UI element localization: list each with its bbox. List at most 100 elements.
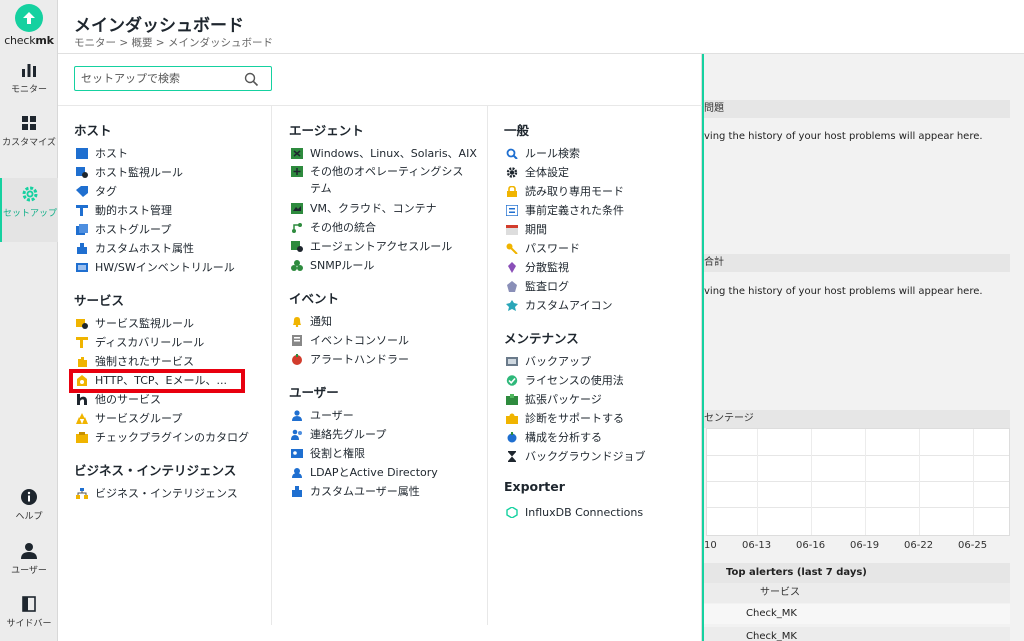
grid-icon (22, 116, 36, 130)
main-navigation: checkmk モニター カスタマイズ セットアップ ヘルプ ユーザー サイドバ… (0, 0, 58, 641)
graph-tick: 06-19 (850, 540, 880, 551)
custom-user-icon (292, 486, 302, 497)
user-icon (292, 410, 302, 421)
setup-search-box (74, 66, 272, 91)
event-console-icon (292, 335, 302, 346)
roles-icon (291, 449, 303, 458)
menu-item-tags[interactable]: タグ (74, 182, 249, 201)
menu-item-other-integrations[interactable]: その他の統合 (289, 218, 477, 237)
topic-hosts: ホスト (74, 123, 112, 138)
menu-item-contact-groups[interactable]: 連絡先グループ (289, 425, 477, 444)
menu-item-read-only[interactable]: 読み取り専用モード (504, 182, 646, 201)
page-title: メインダッシュボード (74, 16, 244, 36)
checkmk-logo[interactable]: checkmk (0, 4, 58, 47)
menu-item-predefined-conditions[interactable]: 事前定義された条件 (504, 201, 646, 220)
menu-item-extension-packages[interactable]: 拡張パッケージ (504, 390, 646, 409)
menu-item-analyze-config[interactable]: 構成を分析する (504, 428, 646, 447)
tag-icon (76, 186, 88, 197)
menu-item-roles[interactable]: 役割と権限 (289, 444, 477, 463)
catalog-icon (76, 432, 88, 443)
distributed-icon (508, 262, 516, 273)
lock-icon (507, 186, 517, 197)
menu-item-other-services[interactable]: 他のサービス (74, 390, 249, 409)
menu-item-alert-handlers[interactable]: アラートハンドラー (289, 350, 477, 369)
menu-item-global-settings[interactable]: 全体設定 (504, 163, 646, 182)
menu-item-audit-log[interactable]: 監査ログ (504, 277, 646, 296)
graph-tick: 06-16 (796, 540, 826, 551)
percentage-graph (706, 428, 1010, 536)
logo-text: check (4, 34, 36, 47)
setup-search-input[interactable] (81, 70, 241, 87)
info-icon (21, 489, 37, 505)
menu-item-rule-search[interactable]: ルール検索 (504, 144, 646, 163)
menu-item-os-agents[interactable]: Windows、Linux、Solaris、AIX (289, 144, 477, 163)
menu-item-business-intelligence[interactable]: ビジネス・インテリジェンス (74, 484, 249, 503)
menu-item-agent-access-rules[interactable]: エージェントアクセスルール (289, 237, 477, 256)
rule-search-icon (506, 148, 518, 159)
menu-item-inventory-rules[interactable]: HW/SWインベントリルール (74, 258, 249, 277)
menu-item-other-os[interactable]: その他のオペレーティングシステム (289, 163, 471, 199)
menu-item-time-periods[interactable]: 期間 (504, 220, 646, 239)
menu-item-background-jobs[interactable]: バックグラウンドジョブ (504, 447, 646, 466)
menu-item-support-diagnostics[interactable]: 診断をサポートする (504, 409, 646, 428)
topic-business-intelligence: ビジネス・インテリジェンス (74, 463, 237, 478)
menu-item-event-console[interactable]: イベントコンソール (289, 331, 477, 350)
menu-item-service-groups[interactable]: サービスグループ (74, 409, 249, 428)
menu-item-service-rules[interactable]: サービス監視ルール (74, 314, 249, 333)
menu-column-3: 一般 ルール検索 全体設定 読み取り専用モード 事前定義された条件 期間 パスワ… (504, 120, 646, 522)
menu-item-passwords[interactable]: パスワード (504, 239, 646, 258)
topic-agents: エージェント (289, 123, 364, 138)
nav-sidebar[interactable]: サイドバー (0, 594, 58, 630)
menu-item-enforced-services[interactable]: 強制されたサービス (74, 352, 249, 371)
menu-item-custom-user-attr[interactable]: カスタムユーザー属性 (289, 482, 477, 501)
menu-item-distributed[interactable]: 分散監視 (504, 258, 646, 277)
nav-monitor[interactable]: モニター (0, 60, 58, 96)
breadcrumb: モニター > 概要 > メインダッシュボード (74, 37, 273, 49)
topic-users: ユーザー (289, 385, 339, 400)
search-icon[interactable] (244, 72, 259, 87)
analyze-icon (507, 432, 517, 443)
menu-item-influxdb[interactable]: InfluxDB Connections (504, 503, 646, 522)
menu-item-users[interactable]: ユーザー (289, 406, 477, 425)
menu-item-notifications[interactable]: 通知 (289, 312, 477, 331)
host-rules-icon (76, 167, 88, 178)
enforced-icon (78, 357, 87, 367)
other-os-icon (291, 166, 303, 177)
calendar-icon (506, 225, 518, 235)
menu-item-backup[interactable]: バックアップ (504, 352, 646, 371)
menu-item-snmp-rules[interactable]: SNMPルール (289, 256, 477, 275)
menu-item-ldap[interactable]: LDAPとActive Directory (289, 463, 477, 482)
menu-column-1: ホスト ホスト ホスト監視ルール タグ 動的ホスト管理 ホストグループ カスタム… (74, 120, 249, 503)
nav-setup[interactable]: セットアップ (0, 178, 58, 242)
nav-help[interactable]: ヘルプ (0, 487, 58, 523)
menu-item-plugin-catalog[interactable]: チェックプラグインのカタログ (74, 428, 249, 447)
service-rules-icon (76, 319, 88, 329)
menu-item-hosts[interactable]: ホスト (74, 144, 249, 163)
nav-user[interactable]: ユーザー (0, 541, 58, 577)
menu-item-custom-icons[interactable]: カスタムアイコン (504, 296, 646, 315)
audit-icon (507, 281, 517, 292)
sidebar-icon (22, 596, 36, 612)
package-icon (506, 394, 518, 405)
menu-item-custom-host-attr[interactable]: カスタムホスト属性 (74, 239, 249, 258)
setup-menu: ホスト ホスト ホスト監視ルール タグ 動的ホスト管理 ホストグループ カスタム… (58, 54, 702, 641)
menu-item-host-rules[interactable]: ホスト監視ルール (74, 163, 249, 182)
top-alerters-row: Check_MK (704, 604, 1010, 624)
menu-item-vm-cloud[interactable]: VM、クラウド、コンテナ (289, 199, 477, 218)
dynamic-host-icon (76, 205, 88, 216)
menu-item-discovery-rules[interactable]: ディスカバリールール (74, 333, 249, 352)
hourglass-icon (508, 451, 516, 462)
condition-icon (506, 205, 518, 216)
nav-setup-label: セットアップ (2, 209, 57, 219)
menu-item-dynamic-host[interactable]: 動的ホスト管理 (74, 201, 249, 220)
logo-text-bold: mk (35, 34, 54, 47)
menu-item-network-services[interactable]: HTTP、TCP、Eメール、... (74, 371, 249, 390)
menu-item-license-usage[interactable]: ライセンスの使用法 (504, 371, 646, 390)
menu-item-host-groups[interactable]: ホストグループ (74, 220, 249, 239)
graph-tick: 06-22 (904, 540, 934, 551)
nav-help-label: ヘルプ (15, 512, 43, 522)
host-icon (76, 148, 88, 159)
bar-chart-icon (22, 64, 36, 77)
os-agent-icon (291, 148, 303, 159)
nav-customize[interactable]: カスタマイズ (0, 113, 58, 149)
